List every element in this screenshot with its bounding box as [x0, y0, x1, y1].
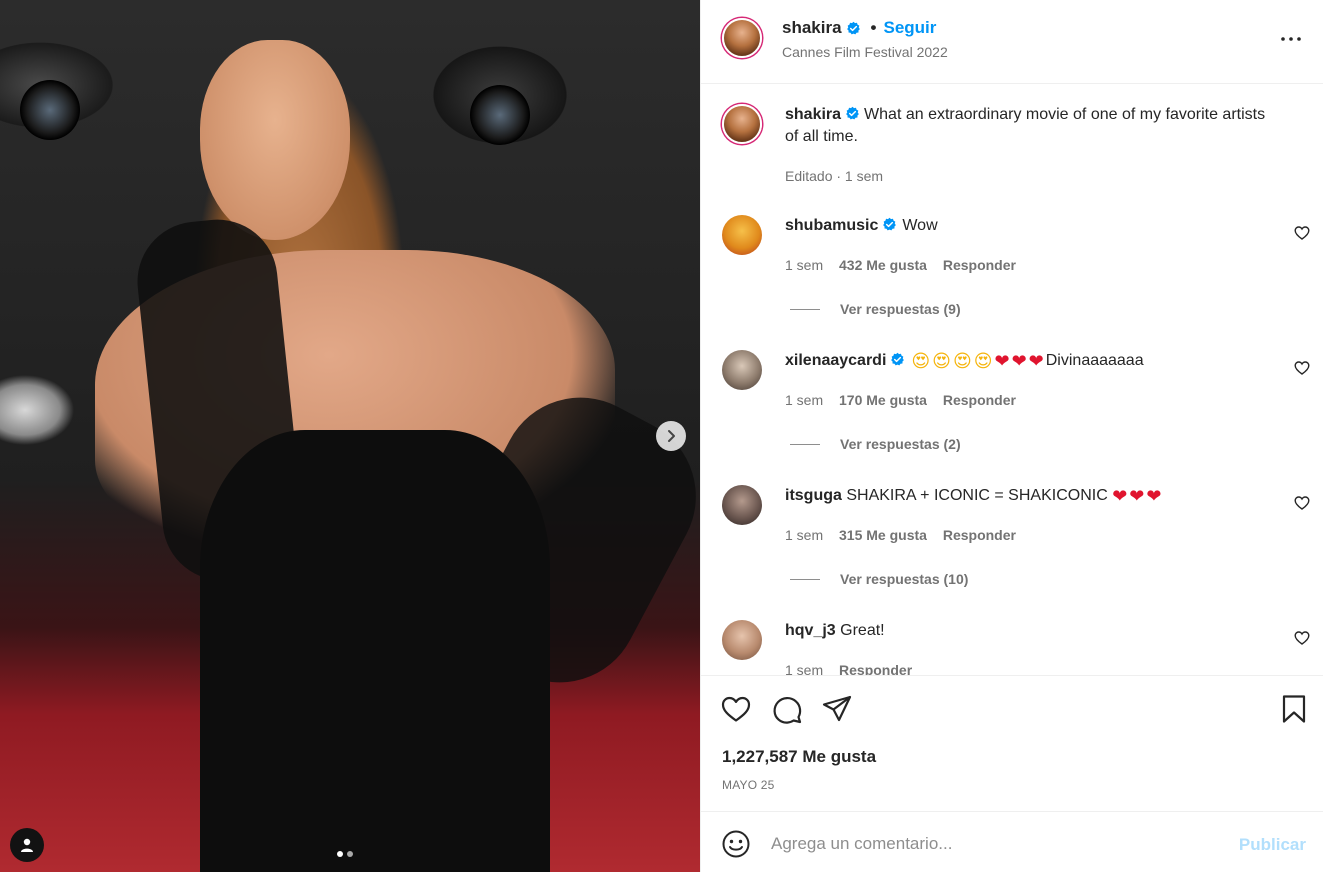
face-shape [200, 40, 350, 240]
reply-button[interactable]: Responder [943, 257, 1016, 273]
comment-text: itsguga SHAKIRA + ICONIC = SHAKICONIC ❤ ❤… [785, 485, 1163, 508]
comment-time[interactable]: 1 sem [785, 257, 823, 273]
emoji-icon[interactable] [721, 829, 751, 859]
post-location[interactable]: Cannes Film Festival 2022 [782, 44, 948, 60]
view-replies-label: Ver respuestas (9) [840, 301, 961, 317]
view-replies-button[interactable]: Ver respuestas (10) [790, 571, 968, 587]
comment-time[interactable]: 1 sem [785, 527, 823, 543]
avatar[interactable] [722, 485, 762, 525]
comment-likes[interactable]: 432 Me gusta [839, 257, 927, 273]
replies-divider [790, 308, 820, 310]
comment-body: Great! [840, 622, 885, 639]
verified-badge-icon [883, 217, 897, 231]
publish-button[interactable]: Publicar [1239, 835, 1306, 855]
comment-body: Wow [902, 217, 938, 234]
view-replies-label: Ver respuestas (2) [840, 436, 961, 452]
comment-text: hqv_j3 Great! [785, 620, 885, 642]
reply-button[interactable]: Responder [839, 662, 912, 675]
comment-icon[interactable] [771, 693, 803, 725]
red-heart-emoji: ❤ [1129, 486, 1145, 507]
comment-text: shubamusic Wow [785, 215, 938, 237]
bookmark-icon[interactable] [1278, 693, 1310, 725]
caption-meta: Editado · 1 sem [785, 168, 884, 184]
comment-body: SHAKIRA + ICONIC = SHAKICONIC [846, 487, 1108, 504]
red-heart-emoji: ❤ [1028, 351, 1044, 372]
post-photo[interactable] [0, 0, 700, 872]
comment-likes[interactable]: 315 Me gusta [839, 527, 927, 543]
comment-meta: 1 sem 170 Me gusta Responder [785, 392, 1028, 408]
heart-eyes-emoji: 😍 [932, 351, 951, 372]
carousel-indicator [337, 851, 353, 857]
view-replies-button[interactable]: Ver respuestas (9) [790, 301, 961, 317]
post-date: MAYO 25 [722, 778, 775, 792]
replies-divider [790, 578, 820, 580]
avatar[interactable] [722, 350, 762, 390]
comment-input[interactable] [771, 830, 1211, 858]
heart-eyes-emoji: 😍 [911, 351, 931, 372]
author-username[interactable]: shakira [782, 18, 842, 38]
avatar[interactable] [722, 620, 762, 660]
reply-button[interactable]: Responder [943, 392, 1016, 408]
caption-text: shakira What an extraordinary movie of o… [785, 104, 1275, 148]
comment-meta: 1 sem 315 Me gusta Responder [785, 527, 1028, 543]
avatar[interactable] [722, 215, 762, 255]
comment-username[interactable]: itsguga [785, 487, 842, 504]
heart-eyes-emoji: 😍 [973, 351, 993, 372]
reply-button[interactable]: Responder [943, 527, 1016, 543]
tagged-users-button[interactable] [10, 828, 44, 862]
comment-meta: 1 sem Responder [785, 662, 924, 675]
camera-shape [20, 80, 80, 140]
comment-time[interactable]: 1 sem [785, 662, 823, 675]
verified-badge-icon [846, 21, 860, 34]
heart-icon[interactable] [720, 693, 752, 725]
post-sidebar: shakira • Seguir Cannes Film Festival 20… [700, 0, 1323, 872]
comment-text: xilenaaycardi 😍 😍 😍 😍 ❤ ❤ ❤ Divinaaaaaaa [785, 350, 1144, 373]
chevron-right-icon [668, 430, 675, 442]
red-heart-emoji: ❤ [1146, 486, 1162, 507]
comment-likes[interactable]: 170 Me gusta [839, 392, 927, 408]
separator-dot: • [870, 18, 877, 37]
heart-eyes-emoji: 😍 [952, 351, 972, 372]
camera-shape [470, 85, 530, 145]
red-heart-emoji: ❤ [994, 351, 1010, 372]
view-replies-button[interactable]: Ver respuestas (2) [790, 436, 961, 452]
comments-list[interactable]: shakira What an extraordinary movie of o… [701, 84, 1323, 675]
comment-composer: Publicar [701, 812, 1323, 872]
follow-button[interactable]: Seguir [884, 18, 937, 38]
carousel-dot [337, 851, 343, 857]
red-heart-emoji: ❤ [1112, 486, 1128, 507]
post-header: shakira • Seguir Cannes Film Festival 20… [701, 0, 1323, 84]
caption-username[interactable]: shakira [785, 106, 841, 123]
red-heart-emoji: ❤ [1011, 351, 1027, 372]
carousel-dot [347, 851, 353, 857]
comment-like-icon[interactable] [1294, 495, 1310, 511]
comment-body: Divinaaaaaaa [1045, 352, 1144, 369]
avatar[interactable] [722, 18, 762, 58]
author-row: shakira • Seguir [782, 18, 936, 38]
comment-like-icon[interactable] [1294, 630, 1310, 646]
comment-like-icon[interactable] [1294, 225, 1310, 241]
verified-badge-icon [891, 352, 905, 366]
carousel-next-button[interactable] [656, 421, 686, 451]
comment-username[interactable]: xilenaaycardi [785, 352, 886, 369]
likes-count[interactable]: 1,227,587 Me gusta [722, 747, 876, 767]
more-options-icon[interactable] [1280, 30, 1302, 48]
dress-shape [200, 430, 550, 872]
view-replies-label: Ver respuestas (10) [840, 571, 969, 587]
replies-divider [790, 443, 820, 445]
verified-badge-icon [846, 106, 859, 120]
avatar[interactable] [722, 104, 762, 144]
share-icon[interactable] [821, 693, 853, 725]
comment-username[interactable]: shubamusic [785, 217, 878, 234]
comment-time[interactable]: 1 sem [785, 392, 823, 408]
post-actions: 1,227,587 Me gusta MAYO 25 [701, 675, 1323, 812]
comment-like-icon[interactable] [1294, 360, 1310, 376]
user-icon [21, 838, 33, 852]
comment-meta: 1 sem 432 Me gusta Responder [785, 257, 1028, 273]
comment-username[interactable]: hqv_j3 [785, 622, 836, 639]
